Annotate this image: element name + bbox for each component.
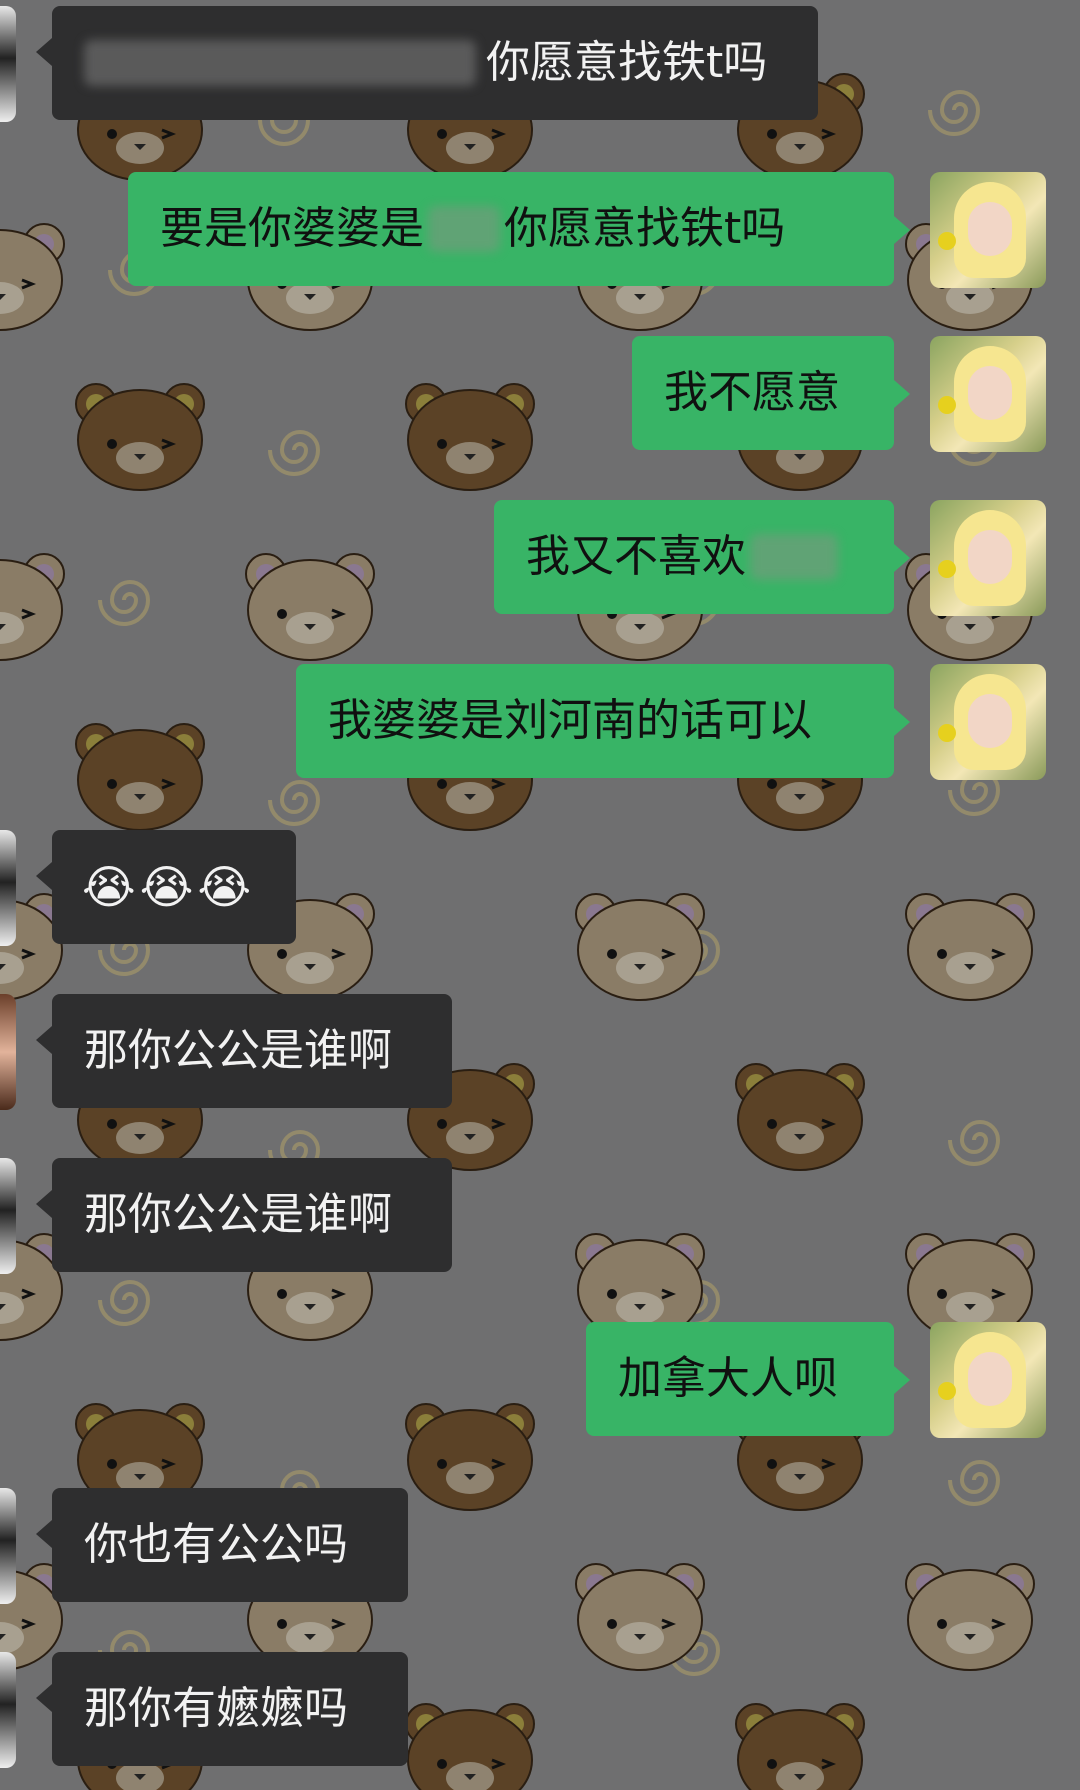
my-avatar[interactable] <box>930 500 1046 616</box>
crying-face-emoji: 😭 <box>197 860 252 914</box>
incoming-message-bubble[interactable]: 那你公公是谁啊 <box>36 994 452 1108</box>
message-text: 那你公公是谁啊 <box>84 1188 392 1240</box>
message-text-part: 要是你婆婆是 <box>160 202 424 254</box>
incoming-message-bubble[interactable]: 那你有嬷嬷吗 <box>36 1652 408 1766</box>
outgoing-message-bubble[interactable]: 要是你婆婆是 你愿意找铁t吗 <box>128 172 910 286</box>
contact-avatar[interactable] <box>0 994 16 1110</box>
contact-avatar[interactable] <box>0 1488 16 1604</box>
contact-avatar[interactable] <box>0 1158 16 1274</box>
incoming-message-bubble[interactable]: 你也有公公吗 <box>36 1488 408 1602</box>
crying-face-emoji: 😭 <box>139 860 194 914</box>
crying-face-emoji: 😭 <box>82 860 136 914</box>
redacted-text <box>750 534 838 580</box>
message-text: 你也有公公吗 <box>84 1518 348 1570</box>
incoming-message-bubble[interactable]: 那你公公是谁啊 <box>36 1158 452 1272</box>
my-avatar[interactable] <box>930 336 1046 452</box>
redacted-text <box>428 206 500 252</box>
contact-avatar[interactable] <box>0 830 16 946</box>
outgoing-message-bubble[interactable]: 我不愿意 <box>632 336 910 450</box>
my-avatar[interactable] <box>930 172 1046 288</box>
message-text: 我又不喜欢 <box>526 530 746 582</box>
message-text: 你愿意找铁t吗 <box>486 36 768 88</box>
outgoing-message-bubble[interactable]: 我婆婆是刘河南的话可以 <box>296 664 910 778</box>
my-avatar[interactable] <box>930 664 1046 780</box>
redacted-text <box>84 40 476 86</box>
incoming-message-bubble[interactable]: 你愿意找铁t吗 <box>36 6 818 120</box>
contact-avatar[interactable] <box>0 6 16 122</box>
my-avatar[interactable] <box>930 1322 1046 1438</box>
message-text: 我不愿意 <box>664 366 840 418</box>
message-text-part: 你愿意找铁t吗 <box>504 202 786 254</box>
message-text: 那你公公是谁啊 <box>84 1024 392 1076</box>
message-text: 加拿大人呗 <box>618 1352 838 1404</box>
contact-avatar[interactable] <box>0 1652 16 1768</box>
incoming-message-bubble[interactable]: 😭 😭 😭 <box>36 830 296 944</box>
message-text: 那你有嬷嬷吗 <box>84 1682 348 1734</box>
message-text: 我婆婆是刘河南的话可以 <box>328 694 812 746</box>
outgoing-message-bubble[interactable]: 加拿大人呗 <box>586 1322 910 1436</box>
outgoing-message-bubble[interactable]: 我又不喜欢 <box>494 500 910 614</box>
